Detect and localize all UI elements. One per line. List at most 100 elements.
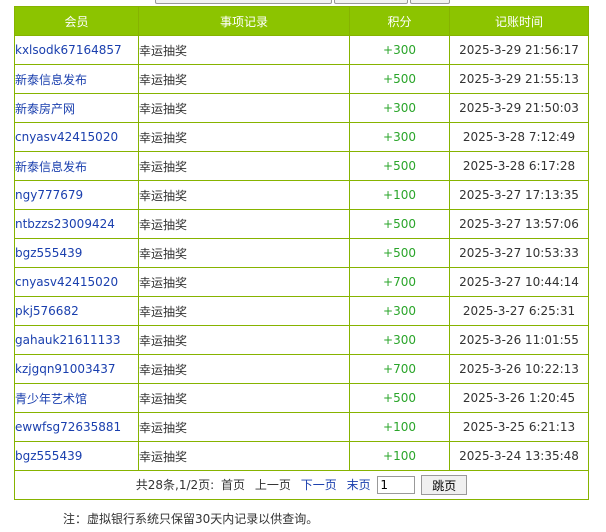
member-cell: pkj576682: [14, 296, 139, 326]
last-page-link[interactable]: 末页: [347, 478, 371, 492]
header-points: 积分: [349, 6, 450, 36]
table-row: gahauk21611133 幸运抽奖 +300 2025-3-26 11:01:55: [14, 325, 589, 355]
points-cell: +500: [349, 64, 450, 94]
table-row: 青少年艺术馆 幸运抽奖 +500 2025-3-26 1:20:45: [14, 383, 589, 413]
member-link[interactable]: 新泰房产网: [16, 102, 76, 116]
pager-summary: 共28条,1/2页:: [135, 477, 215, 492]
time-cell: 2025-3-28 6:17:28: [449, 151, 589, 181]
points-cell: +100: [349, 412, 450, 442]
select-remnant[interactable]: [334, 0, 408, 4]
item-cell: 幸运抽奖: [138, 64, 350, 94]
member-cell: ngy777679: [14, 180, 139, 210]
search-field-remnant[interactable]: [155, 0, 332, 4]
time-cell: 2025-3-24 13:35:48: [449, 441, 589, 471]
table-row: pkj576682 幸运抽奖 +300 2025-3-27 6:25:31: [14, 296, 589, 326]
item-cell: 幸运抽奖: [138, 383, 350, 413]
item-cell: 幸运抽奖: [138, 296, 350, 326]
points-cell: +700: [349, 267, 450, 297]
time-cell: 2025-3-25 6:21:13: [449, 412, 589, 442]
member-cell: gahauk21611133: [14, 325, 139, 355]
pager: 共28条,1/2页: 首页 上一页 下一页 末页 跳页: [14, 470, 589, 500]
member-link[interactable]: 新泰信息发布: [16, 73, 88, 87]
member-link[interactable]: cnyasv42415020: [16, 130, 119, 144]
points-cell: +700: [349, 354, 450, 384]
next-page-link[interactable]: 下一页: [301, 478, 337, 492]
member-link[interactable]: ntbzzs23009424: [16, 217, 115, 231]
table-row: bgz555439 幸运抽奖 +100 2025-3-24 13:35:48: [14, 441, 589, 471]
table-row: 新泰房产网 幸运抽奖 +300 2025-3-29 21:50:03: [14, 93, 589, 123]
item-cell: 幸运抽奖: [138, 354, 350, 384]
member-link[interactable]: bgz555439: [16, 246, 83, 260]
points-cell: +300: [349, 122, 450, 152]
member-cell: 新泰房产网: [14, 93, 139, 123]
points-cell: +300: [349, 93, 450, 123]
table-row: ewwfsg72635881 幸运抽奖 +100 2025-3-25 6:21:13: [14, 412, 589, 442]
item-cell: 幸运抽奖: [138, 325, 350, 355]
time-cell: 2025-3-28 7:12:49: [449, 122, 589, 152]
points-cell: +100: [349, 180, 450, 210]
points-cell: +500: [349, 209, 450, 239]
time-cell: 2025-3-27 13:57:06: [449, 209, 589, 239]
item-cell: 幸运抽奖: [138, 122, 350, 152]
member-link[interactable]: kzjgqn91003437: [16, 362, 116, 376]
table-row: kxlsodk67164857 幸运抽奖 +300 2025-3-29 21:56:1…: [14, 35, 589, 65]
member-link[interactable]: ewwfsg72635881: [16, 420, 122, 434]
time-cell: 2025-3-29 21:56:17: [449, 35, 589, 65]
first-page-link[interactable]: 首页: [221, 478, 245, 492]
member-link[interactable]: bgz555439: [16, 449, 83, 463]
item-cell: 幸运抽奖: [138, 209, 350, 239]
member-cell: 新泰信息发布: [14, 151, 139, 181]
time-cell: 2025-3-29 21:55:13: [449, 64, 589, 94]
member-cell: ntbzzs23009424: [14, 209, 139, 239]
page-number-input[interactable]: [377, 476, 416, 494]
points-cell: +300: [349, 296, 450, 326]
header-item: 事项记录: [138, 6, 350, 36]
member-link[interactable]: kxlsodk67164857: [16, 43, 122, 57]
points-cell: +100: [349, 441, 450, 471]
button-remnant[interactable]: [410, 0, 450, 4]
item-cell: 幸运抽奖: [138, 238, 350, 268]
time-cell: 2025-3-27 10:53:33: [449, 238, 589, 268]
time-cell: 2025-3-26 1:20:45: [449, 383, 589, 413]
member-link[interactable]: 新泰信息发布: [16, 160, 88, 174]
header-member: 会员: [14, 6, 139, 36]
member-cell: 青少年艺术馆: [14, 383, 139, 413]
points-cell: +300: [349, 325, 450, 355]
points-cell: +500: [349, 383, 450, 413]
table-row: ngy777679 幸运抽奖 +100 2025-3-27 17:13:35: [14, 180, 589, 210]
member-link[interactable]: gahauk21611133: [16, 333, 121, 347]
member-cell: kzjgqn91003437: [14, 354, 139, 384]
time-cell: 2025-3-29 21:50:03: [449, 93, 589, 123]
item-cell: 幸运抽奖: [138, 35, 350, 65]
jump-page-button[interactable]: 跳页: [421, 475, 468, 495]
prev-page-link[interactable]: 上一页: [255, 478, 291, 492]
member-link[interactable]: ngy777679: [16, 188, 84, 202]
member-cell: ewwfsg72635881: [14, 412, 139, 442]
table-header-row: 会员 事项记录 积分 记账时间: [14, 6, 589, 36]
retention-note: 注：虚拟银行系统只保留30天内记录以供查询。: [63, 512, 319, 526]
member-cell: bgz555439: [14, 238, 139, 268]
points-cell: +300: [349, 35, 450, 65]
time-cell: 2025-3-27 17:13:35: [449, 180, 589, 210]
member-link[interactable]: cnyasv42415020: [16, 275, 119, 289]
time-cell: 2025-3-26 11:01:55: [449, 325, 589, 355]
pager-row: 共28条,1/2页: 首页 上一页 下一页 末页 跳页: [14, 470, 589, 500]
member-link[interactable]: pkj576682: [16, 304, 79, 318]
table-row: 新泰信息发布 幸运抽奖 +500 2025-3-28 6:17:28: [14, 151, 589, 181]
member-cell: bgz555439: [14, 441, 139, 471]
item-cell: 幸运抽奖: [138, 93, 350, 123]
table-row: cnyasv42415020 幸运抽奖 +300 2025-3-28 7:12:49: [14, 122, 589, 152]
table-row: kzjgqn91003437 幸运抽奖 +700 2025-3-26 10:22:13: [14, 354, 589, 384]
item-cell: 幸运抽奖: [138, 180, 350, 210]
member-cell: 新泰信息发布: [14, 64, 139, 94]
points-cell: +500: [349, 151, 450, 181]
table-body: kxlsodk67164857 幸运抽奖 +300 2025-3-29 21:56:1…: [14, 35, 589, 471]
points-cell: +500: [349, 238, 450, 268]
member-link[interactable]: 青少年艺术馆: [16, 392, 88, 406]
table-row: cnyasv42415020 幸运抽奖 +700 2025-3-27 10:44:14: [14, 267, 589, 297]
item-cell: 幸运抽奖: [138, 412, 350, 442]
table-row: 新泰信息发布 幸运抽奖 +500 2025-3-29 21:55:13: [14, 64, 589, 94]
time-cell: 2025-3-27 10:44:14: [449, 267, 589, 297]
header-time: 记账时间: [449, 6, 589, 36]
member-cell: cnyasv42415020: [14, 267, 139, 297]
